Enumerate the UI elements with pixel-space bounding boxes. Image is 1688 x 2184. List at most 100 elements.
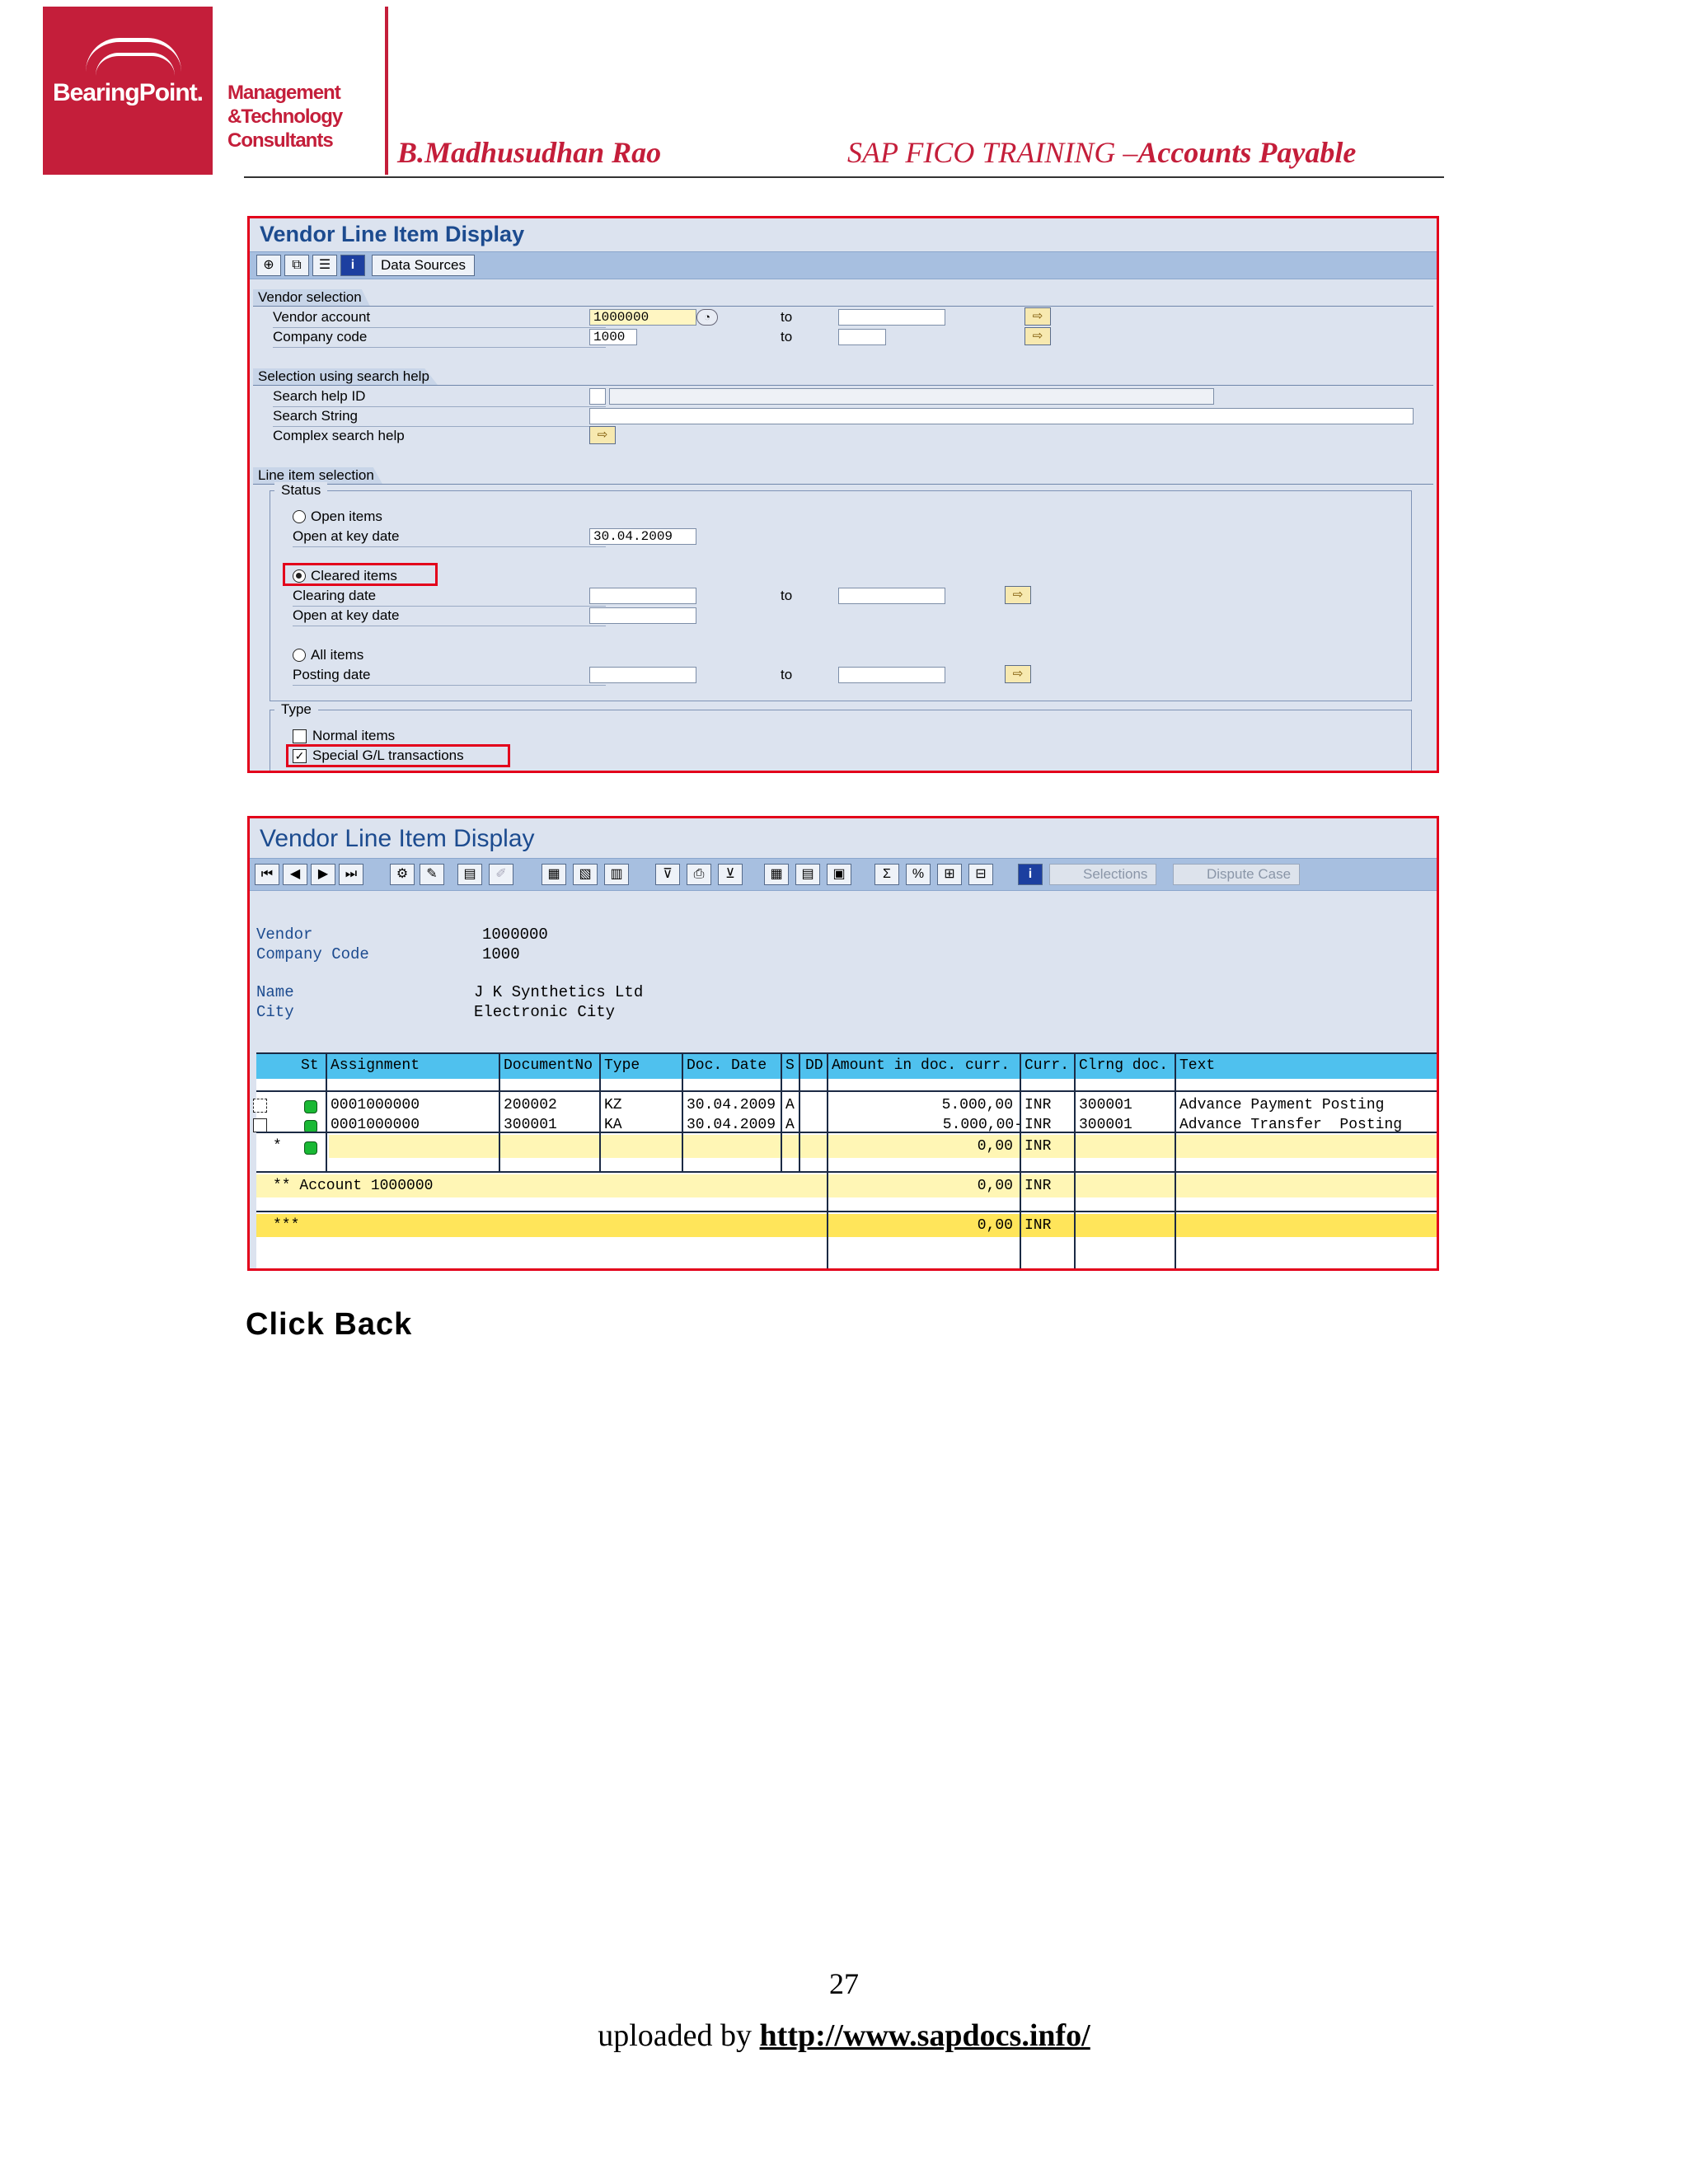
previous-page-icon[interactable]: ◀	[283, 864, 307, 885]
page-number: 27	[829, 1967, 859, 2000]
row2-doc-no[interactable]: 300001	[504, 1117, 557, 1133]
edit-icon[interactable]: ✐	[489, 864, 513, 885]
column-header-curr[interactable]: Curr.	[1025, 1057, 1069, 1074]
posting-date-multiple-selection-button[interactable]: ⇨	[1005, 665, 1031, 683]
table-col-line	[326, 1054, 327, 1171]
choose-layout-icon[interactable]: ▤	[795, 864, 820, 885]
execute-button[interactable]: ⊕	[256, 255, 281, 276]
column-header-s[interactable]: S	[785, 1057, 795, 1074]
vendor-account-input[interactable]: 1000000	[589, 309, 696, 326]
select-all-icon[interactable]: ▦	[542, 864, 566, 885]
group-divider	[253, 306, 1433, 307]
table-white-area	[256, 1054, 1437, 1268]
city-value: Electronic City	[474, 1003, 616, 1021]
normal-items-label: Normal items	[312, 728, 396, 743]
vendor-multiple-selection-button[interactable]: ⇨	[1025, 307, 1051, 326]
sum-icon[interactable]: Σ	[874, 864, 899, 885]
filter-icon[interactable]: ⊽	[655, 864, 680, 885]
export-icon[interactable]: ⊞	[937, 864, 962, 885]
info-icon[interactable]: i	[1018, 864, 1043, 885]
selections-button[interactable]: Selections	[1049, 864, 1157, 885]
label-underline	[273, 327, 606, 328]
display-document-icon[interactable]: ⚙	[390, 864, 415, 885]
posting-date-to-input[interactable]	[838, 667, 945, 683]
next-page-icon[interactable]: ▶	[311, 864, 335, 885]
sort-icon[interactable]: ⊻	[718, 864, 743, 885]
deselect-all-icon[interactable]: ▧	[573, 864, 598, 885]
account-total-amount: 0,00	[977, 1178, 1013, 1194]
search-string-input[interactable]	[589, 408, 1414, 424]
selection-screen-title: Vendor Line Item Display	[260, 222, 525, 246]
line-item-list-screen: Vendor Line Item Display ⏮ ◀ ▶ ⏭ ⚙ ✎ ▤ ✐…	[247, 816, 1439, 1271]
column-header-clrng-doc[interactable]: Clrng doc.	[1079, 1057, 1168, 1074]
vendor-account-to-input[interactable]	[838, 309, 945, 326]
info-button[interactable]: i	[340, 255, 365, 276]
selection-options-button[interactable]: ☰	[312, 255, 337, 276]
open-items-radio[interactable]	[293, 510, 306, 523]
company-code-label: Company Code	[256, 945, 369, 963]
search-help-icon[interactable]: ◔	[696, 309, 718, 326]
author-name: B.Madhusudhan Rao	[397, 136, 662, 169]
normal-items-checkbox[interactable]	[293, 729, 307, 743]
to-label: to	[781, 667, 793, 682]
change-icon[interactable]: ✎	[420, 864, 444, 885]
row-select-checkbox[interactable]	[253, 1118, 267, 1132]
column-header-type[interactable]: Type	[604, 1057, 640, 1074]
complex-search-help-button[interactable]: ⇨	[589, 426, 616, 444]
dispute-case-button[interactable]: Dispute Case	[1173, 864, 1301, 885]
open-at-key-date-label: Open at key date	[293, 528, 400, 544]
last-page-icon[interactable]: ⏭	[339, 864, 363, 885]
row1-doc-no[interactable]: 200002	[504, 1097, 557, 1113]
label-underline	[293, 546, 606, 547]
clearing-date-from-input[interactable]	[589, 588, 696, 604]
column-header-st[interactable]: St	[301, 1057, 319, 1074]
save-layout-icon[interactable]: ▣	[827, 864, 851, 885]
search-help-id-checkbox[interactable]	[589, 388, 606, 405]
column-header-documentno[interactable]: DocumentNo	[504, 1057, 593, 1074]
column-header-dd[interactable]: DD	[805, 1057, 823, 1074]
column-header-text[interactable]: Text	[1179, 1057, 1215, 1074]
company-code-input[interactable]: 1000	[589, 329, 637, 345]
sapdocs-link[interactable]: http://www.sapdocs.info/	[760, 2018, 1090, 2053]
column-header-amount[interactable]: Amount in doc. curr.	[832, 1057, 1010, 1074]
search-help-heading: Selection using search help	[253, 368, 438, 385]
table-line	[256, 1211, 1437, 1212]
details-icon[interactable]: ▥	[604, 864, 629, 885]
to-label: to	[781, 309, 793, 325]
all-items-radio[interactable]	[293, 649, 306, 662]
row2-clrng-doc: 300001	[1079, 1117, 1132, 1133]
search-help-id-input[interactable]	[609, 388, 1214, 405]
column-header-assignment[interactable]: Assignment	[331, 1057, 420, 1074]
company-code-to-input[interactable]	[838, 329, 886, 345]
subtotal-marker: *	[273, 1138, 282, 1155]
column-header-doc-date[interactable]: Doc. Date	[687, 1057, 767, 1074]
label-underline	[273, 426, 606, 427]
to-label: to	[781, 329, 793, 344]
complex-search-help-label: Complex search help	[273, 428, 405, 443]
list-screen-title: Vendor Line Item Display	[260, 825, 535, 852]
cleared-open-key-date-input[interactable]	[589, 607, 696, 624]
subtotal-icon[interactable]: %	[906, 864, 931, 885]
subtotal-curr: INR	[1025, 1138, 1052, 1155]
type-frame-label: Type	[274, 701, 318, 718]
get-variant-button[interactable]: ⧉	[284, 255, 309, 276]
clearing-date-to-input[interactable]	[838, 588, 945, 604]
row1-assignment: 0001000000	[331, 1097, 420, 1113]
layout-icon[interactable]: ▦	[764, 864, 789, 885]
table-col-line	[1074, 1054, 1076, 1268]
clearing-date-label: Clearing date	[293, 588, 377, 603]
company-multiple-selection-button[interactable]: ⇨	[1025, 327, 1051, 345]
posting-date-from-input[interactable]	[589, 667, 696, 683]
row-select-checkbox[interactable]	[253, 1099, 267, 1113]
clearing-date-multiple-selection-button[interactable]: ⇨	[1005, 586, 1031, 604]
mass-change-icon[interactable]: ▤	[457, 864, 482, 885]
row1-doc-date: 30.04.2009	[687, 1097, 776, 1113]
graphic-icon[interactable]: ⊟	[968, 864, 993, 885]
row2-text: Advance Transfer Posting	[1179, 1117, 1403, 1133]
data-sources-button[interactable]: Data Sources	[372, 255, 475, 276]
first-page-icon[interactable]: ⏮	[255, 864, 279, 885]
upload-credit-text: uploaded by	[598, 2018, 760, 2053]
row2-doc-date: 30.04.2009	[687, 1117, 776, 1133]
print-icon[interactable]: ⎙	[687, 864, 711, 885]
open-key-date-input[interactable]: 30.04.2009	[589, 528, 696, 545]
